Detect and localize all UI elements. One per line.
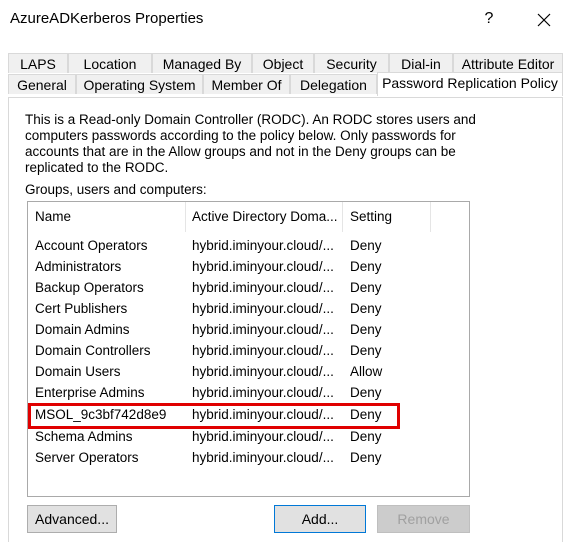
row-domain: hybrid.iminyour.cloud/...	[192, 364, 334, 379]
remove-button[interactable]: Remove	[377, 505, 470, 533]
description-text: This is a Read-only Domain Controller (R…	[25, 112, 476, 175]
row-setting: Deny	[350, 385, 382, 400]
table-row[interactable]: Cert Publishers hybrid.iminyour.cloud/..…	[28, 298, 469, 319]
tab-attribute-editor[interactable]: Attribute Editor	[453, 53, 563, 73]
add-button[interactable]: Add...	[274, 505, 366, 533]
window-title: AzureADKerberos Properties	[10, 10, 204, 27]
tab-laps[interactable]: LAPS	[8, 53, 68, 73]
row-name: Domain Admins	[35, 322, 130, 337]
row-domain: hybrid.iminyour.cloud/...	[192, 238, 334, 253]
row-name: Account Operators	[35, 238, 148, 253]
column-divider[interactable]	[185, 202, 186, 232]
row-setting: Allow	[350, 364, 383, 379]
row-setting: Deny	[350, 238, 382, 253]
tab-security[interactable]: Security	[314, 53, 389, 73]
table-row[interactable]: Schema Admins hybrid.iminyour.cloud/... …	[28, 426, 469, 447]
highlight-annotation	[28, 403, 400, 429]
help-button[interactable]: ?	[478, 6, 500, 32]
column-header-name[interactable]: Name	[35, 202, 185, 232]
row-domain: hybrid.iminyour.cloud/...	[192, 322, 334, 337]
row-setting: Deny	[350, 301, 382, 316]
row-domain: hybrid.iminyour.cloud/...	[192, 301, 334, 316]
tab-operating-system[interactable]: Operating System	[76, 74, 203, 94]
close-button[interactable]	[532, 6, 556, 32]
row-domain: hybrid.iminyour.cloud/...	[192, 385, 334, 400]
tab-dial-in[interactable]: Dial-in	[389, 53, 453, 73]
table-row[interactable]: Administrators hybrid.iminyour.cloud/...…	[28, 256, 469, 277]
row-name: Server Operators	[35, 450, 139, 465]
row-name: Domain Controllers	[35, 343, 151, 358]
row-setting: Deny	[350, 280, 382, 295]
row-domain: hybrid.iminyour.cloud/...	[192, 280, 334, 295]
close-icon	[537, 13, 551, 26]
row-domain: hybrid.iminyour.cloud/...	[192, 429, 334, 444]
tab-managed-by[interactable]: Managed By	[152, 53, 252, 73]
tab-location[interactable]: Location	[68, 53, 152, 73]
row-name: Domain Users	[35, 364, 121, 379]
row-setting: Deny	[350, 343, 382, 358]
title-bar: AzureADKerberos Properties ?	[0, 0, 567, 40]
column-header-setting[interactable]: Setting	[350, 202, 430, 232]
row-name: Backup Operators	[35, 280, 144, 295]
table-row[interactable]: Backup Operators hybrid.iminyour.cloud/.…	[28, 277, 469, 298]
row-name: Schema Admins	[35, 429, 133, 444]
row-domain: hybrid.iminyour.cloud/...	[192, 343, 334, 358]
row-setting: Deny	[350, 322, 382, 337]
tab-password-replication-policy[interactable]: Password Replication Policy	[377, 72, 563, 96]
row-setting: Deny	[350, 450, 382, 465]
table-row[interactable]: Domain Controllers hybrid.iminyour.cloud…	[28, 340, 469, 361]
tab-general[interactable]: General	[8, 74, 76, 94]
tab-object[interactable]: Object	[252, 53, 314, 73]
row-domain: hybrid.iminyour.cloud/...	[192, 450, 334, 465]
row-name: Administrators	[35, 259, 122, 274]
list-label: Groups, users and computers:	[25, 182, 207, 197]
tab-delegation[interactable]: Delegation	[290, 74, 377, 94]
advanced-button[interactable]: Advanced...	[27, 505, 117, 533]
column-divider[interactable]	[342, 202, 343, 232]
table-row[interactable]: Domain Users hybrid.iminyour.cloud/... A…	[28, 361, 469, 382]
table-row[interactable]: Account Operators hybrid.iminyour.cloud/…	[28, 235, 469, 256]
row-name: Cert Publishers	[35, 301, 128, 316]
table-row[interactable]: Enterprise Admins hybrid.iminyour.cloud/…	[28, 382, 469, 403]
groups-list[interactable]: Name Active Directory Doma... Setting Ac…	[27, 201, 470, 497]
column-divider[interactable]	[430, 202, 431, 232]
table-row[interactable]: Server Operators hybrid.iminyour.cloud/.…	[28, 447, 469, 468]
row-setting: Deny	[350, 259, 382, 274]
row-name: Enterprise Admins	[35, 385, 145, 400]
table-row[interactable]: Domain Admins hybrid.iminyour.cloud/... …	[28, 319, 469, 340]
column-header-domain[interactable]: Active Directory Doma...	[192, 202, 342, 232]
row-setting: Deny	[350, 429, 382, 444]
tab-member-of[interactable]: Member Of	[203, 74, 290, 94]
row-domain: hybrid.iminyour.cloud/...	[192, 259, 334, 274]
